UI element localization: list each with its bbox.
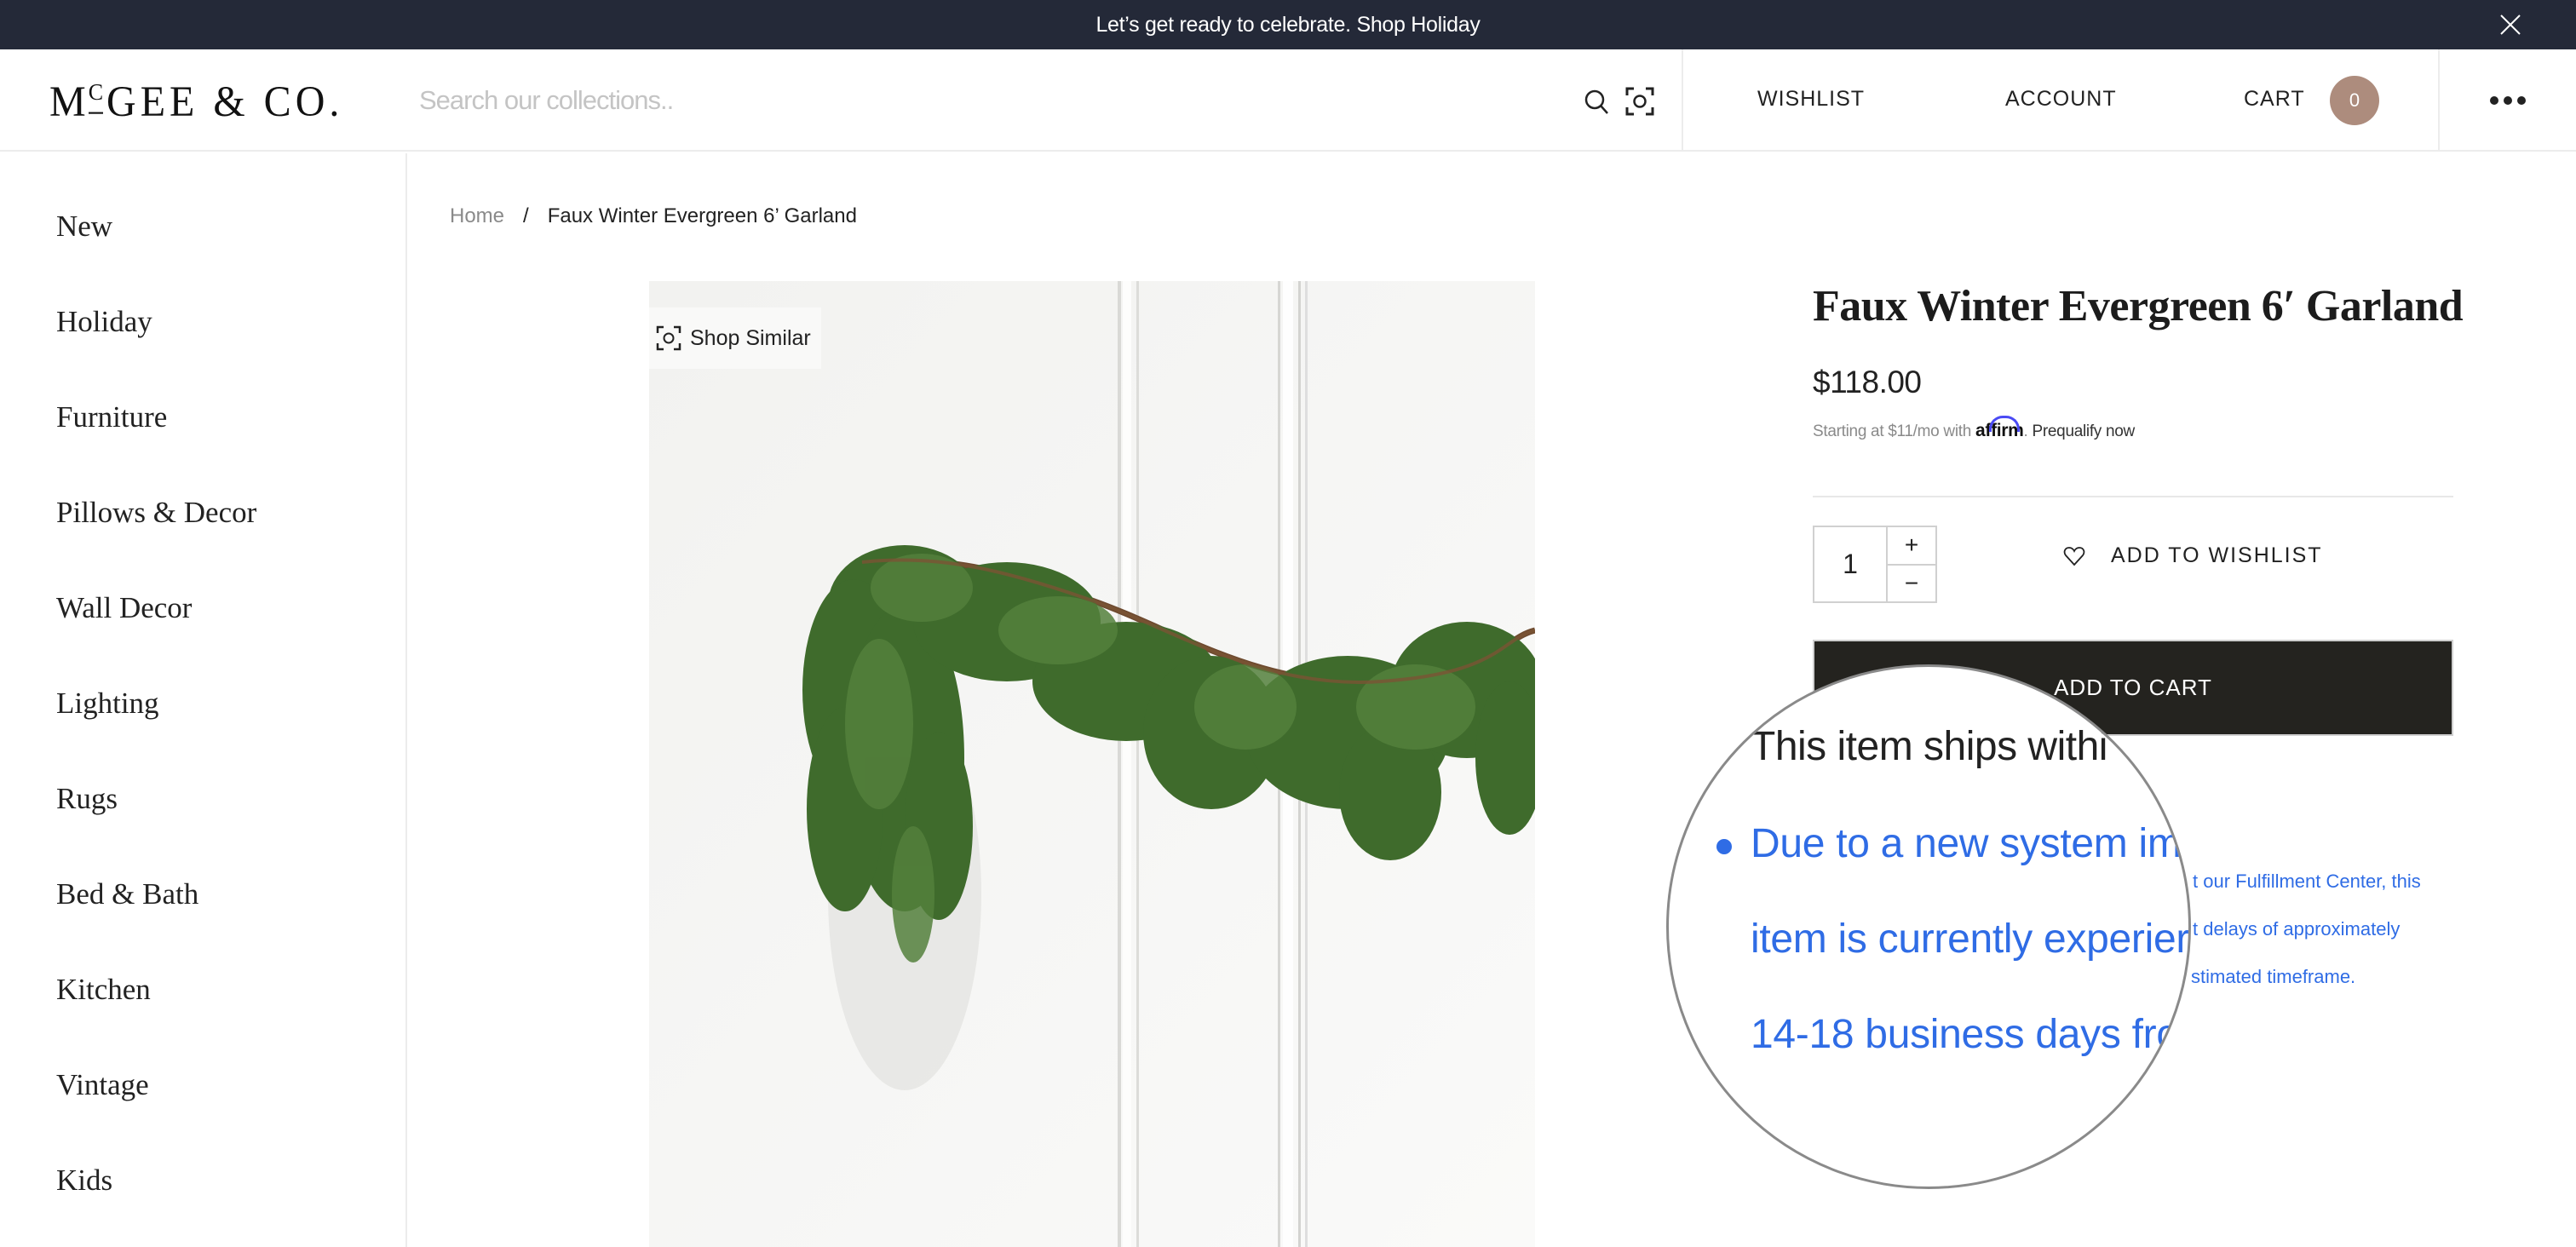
close-icon[interactable]: [2498, 12, 2523, 37]
cart-count-badge[interactable]: 0: [2330, 76, 2379, 125]
quantity-input[interactable]: [1814, 527, 1888, 601]
search-icon[interactable]: [1584, 89, 1610, 116]
header-divider: [2438, 49, 2440, 150]
product-price: $118.00: [1813, 365, 1922, 399]
visual-search-icon: [656, 325, 681, 351]
magnified-shipping-text: This item ships withi: [1751, 724, 2107, 769]
garland-illustration: [649, 281, 1535, 1247]
notice-line: stimated timeframe.: [2191, 966, 2356, 987]
logo-part: C: [88, 78, 104, 106]
sidebar-item[interactable]: Lighting: [56, 687, 159, 721]
sidebar-item[interactable]: Kitchen: [56, 973, 151, 1007]
sidebar-item[interactable]: Vintage: [56, 1068, 149, 1102]
sidebar-item[interactable]: Bed & Bath: [56, 877, 198, 911]
search-input[interactable]: [419, 78, 1527, 123]
prequalify-link[interactable]: Prequalify now: [2033, 422, 2136, 440]
product-title: Faux Winter Evergreen 6′ Garland: [1813, 282, 2464, 330]
bullet-icon: [1716, 839, 1732, 854]
cart-link[interactable]: CART: [2244, 87, 2305, 112]
sidebar-item[interactable]: Holiday: [56, 305, 152, 339]
visual-search-icon[interactable]: [1625, 87, 1654, 116]
category-sidebar: New Holiday Furniture Pillows & Decor Wall D…: [0, 153, 407, 1247]
financing-suffix: .: [2023, 422, 2028, 440]
quantity-decrease-button[interactable]: −: [1888, 566, 1935, 602]
magnified-notice-line: item is currently experier: [1751, 917, 2190, 962]
magnified-notice-line: Due to a new system imp: [1751, 821, 2191, 866]
quantity-stepper: + −: [1813, 526, 1937, 603]
sidebar-item[interactable]: Furniture: [56, 400, 167, 434]
header-divider: [1682, 49, 1683, 150]
wishlist-link[interactable]: WISHLIST: [1757, 87, 1865, 112]
sidebar-item[interactable]: Pillows & Decor: [56, 496, 256, 530]
affirm-logo: affirm: [1975, 421, 2024, 440]
brand-logo[interactable]: MCGEE & CO.: [49, 78, 343, 127]
heart-icon: [2063, 545, 2085, 567]
more-dots-icon[interactable]: [2487, 92, 2528, 109]
sidebar-item[interactable]: New: [56, 210, 112, 244]
sidebar-item[interactable]: Wall Decor: [56, 591, 192, 625]
product-image[interactable]: [649, 281, 1535, 1247]
breadcrumb-separator: /: [523, 204, 529, 227]
breadcrumb: Home / Faux Winter Evergreen 6’ Garland: [450, 204, 857, 228]
notice-line: t delays of approximately: [2193, 918, 2401, 940]
financing-message: Starting at $11/mo with affirm. Prequali…: [1813, 421, 2135, 441]
magnified-notice-line: 14-18 business days fro: [1751, 1012, 2179, 1057]
breadcrumb-home[interactable]: Home: [450, 204, 504, 228]
breadcrumb-current: Faux Winter Evergreen 6’ Garland: [547, 204, 857, 227]
quantity-increase-button[interactable]: +: [1888, 527, 1935, 566]
add-to-wishlist-label: ADD TO WISHLIST: [2111, 543, 2323, 567]
announcement-text[interactable]: Let’s get ready to celebrate. Shop Holid…: [1095, 13, 1480, 37]
shop-similar-button[interactable]: Shop Similar: [649, 307, 821, 369]
logo-part: GEE & CO.: [106, 78, 344, 126]
announcement-bar: Let’s get ready to celebrate. Shop Holid…: [0, 0, 2576, 49]
account-link[interactable]: ACCOUNT: [2005, 87, 2117, 112]
financing-prefix: Starting at $11/mo with: [1813, 422, 1972, 440]
magnifier-lens: This item ships withi Due to a new syste…: [1666, 664, 2191, 1189]
shop-similar-label: Shop Similar: [690, 325, 811, 350]
notice-line: t our Fulfillment Center, this: [2193, 871, 2421, 892]
sidebar-item[interactable]: Kids: [56, 1164, 112, 1198]
add-to-wishlist-button[interactable]: ADD TO WISHLIST: [2063, 543, 2323, 568]
divider: [1813, 496, 2453, 497]
site-header: MCGEE & CO. WISHLIST ACCOUNT CART 0: [0, 49, 2576, 152]
sidebar-item[interactable]: Rugs: [56, 782, 118, 816]
logo-part: M: [49, 78, 90, 126]
